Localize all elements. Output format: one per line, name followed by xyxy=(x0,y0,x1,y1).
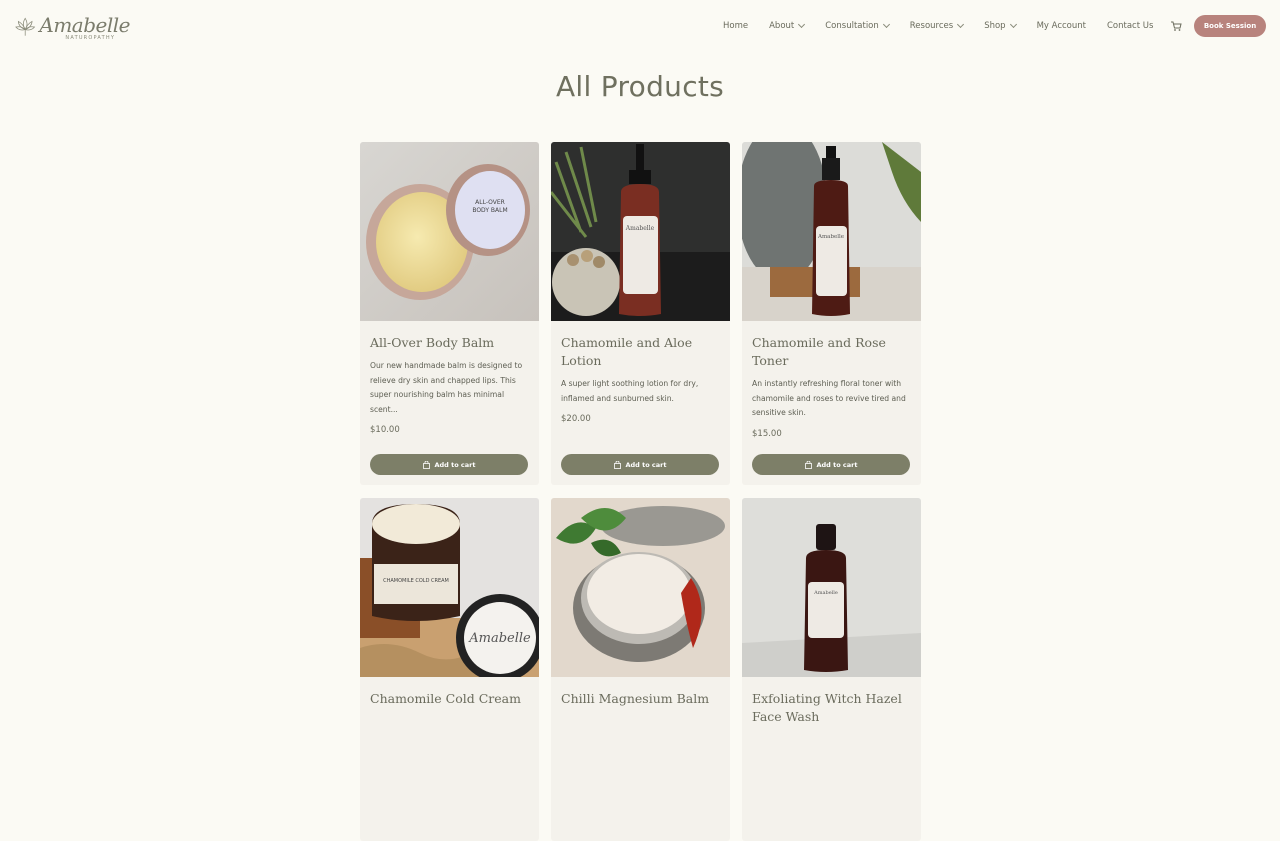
product-card: CHAMOMILE COLD CREAM Amabelle Chamomile … xyxy=(360,498,539,841)
svg-text:Amabelle: Amabelle xyxy=(468,631,531,646)
product-title[interactable]: Chamomile and Rose Toner xyxy=(752,334,911,370)
nav-item-shop[interactable]: Shop xyxy=(984,20,1017,31)
cart-icon[interactable] xyxy=(1170,20,1182,32)
nav-item-home[interactable]: Home xyxy=(723,21,748,31)
product-image[interactable]: ALL-OVER BODY BALM xyxy=(360,142,539,321)
product-price: $20.00 xyxy=(561,414,591,424)
product-title[interactable]: Exfoliating Witch Hazel Face Wash xyxy=(752,690,911,726)
nav-item-resources[interactable]: Resources xyxy=(909,20,965,31)
bag-icon xyxy=(422,460,430,469)
chevron-down-icon xyxy=(957,20,965,29)
chevron-down-icon xyxy=(798,20,806,29)
add-to-cart-button[interactable]: Add to cart xyxy=(752,454,910,475)
add-to-cart-button[interactable]: Add to cart xyxy=(370,454,528,475)
nav-item-my-account[interactable]: My Account xyxy=(1037,21,1086,31)
product-card: Amabelle Chamomile and Rose Toner An ins… xyxy=(742,142,921,485)
nav-label: Shop xyxy=(984,21,1006,31)
svg-text:Amabelle: Amabelle xyxy=(813,590,838,596)
product-price: $15.00 xyxy=(752,428,782,439)
product-image[interactable]: Amabelle xyxy=(742,498,921,677)
svg-text:Amabelle: Amabelle xyxy=(625,225,655,232)
product-card: ALL-OVER BODY BALM All-Over Body Balm Ou… xyxy=(360,142,539,485)
svg-text:Amabelle: Amabelle xyxy=(817,234,844,240)
add-to-cart-label: Add to cart xyxy=(434,460,476,469)
nav-label: Contact Us xyxy=(1106,21,1154,31)
nav-label: My Account xyxy=(1036,21,1086,31)
nav-item-consultation[interactable]: Consultation xyxy=(825,20,890,31)
brand-name: Amabelle xyxy=(39,12,130,37)
bag-icon xyxy=(804,460,812,469)
lotus-logo-icon xyxy=(15,17,36,36)
nav-label: Home xyxy=(723,21,749,31)
svg-text:ALL-OVER: ALL-OVER xyxy=(475,199,505,206)
nav-item-about[interactable]: About xyxy=(769,20,806,31)
add-to-cart-label: Add to cart xyxy=(625,460,667,469)
nav-label: Consultation xyxy=(825,21,879,31)
site-header: Amabelle NATUROPATHY Home About Consulta… xyxy=(0,0,1280,54)
chevron-down-icon xyxy=(882,20,890,29)
product-image[interactable] xyxy=(551,498,730,677)
product-card: Amabelle Exfoliating Witch Hazel Face Wa… xyxy=(742,498,921,841)
add-to-cart-label: Add to cart xyxy=(816,460,858,469)
brand-tagline: NATUROPATHY xyxy=(65,34,116,41)
product-card: Chilli Magnesium Balm xyxy=(551,498,730,841)
add-to-cart-button[interactable]: Add to cart xyxy=(561,454,719,475)
main-nav: Home About Consultation Resources Shop M… xyxy=(723,18,1174,34)
product-title[interactable]: Chilli Magnesium Balm xyxy=(561,690,720,708)
product-price: $10.00 xyxy=(370,425,400,435)
product-description: An instantly refreshing floral toner wit… xyxy=(752,379,906,417)
nav-item-contact-us[interactable]: Contact Us xyxy=(1107,21,1153,31)
svg-text:CHAMOMILE COLD CREAM: CHAMOMILE COLD CREAM xyxy=(383,578,449,584)
product-image[interactable]: Amabelle xyxy=(551,142,730,321)
product-image[interactable]: CHAMOMILE COLD CREAM Amabelle xyxy=(360,498,539,677)
bag-icon xyxy=(613,460,621,469)
product-description: A super light soothing lotion for dry, i… xyxy=(561,379,699,403)
product-image[interactable]: Amabelle xyxy=(742,142,921,321)
nav-label: About xyxy=(769,21,795,31)
brand-logo[interactable]: Amabelle NATUROPATHY xyxy=(14,7,130,47)
product-title[interactable]: Chamomile Cold Cream xyxy=(370,690,529,708)
product-title[interactable]: Chamomile and Aloe Lotion xyxy=(561,334,720,370)
chevron-down-icon xyxy=(1009,20,1017,29)
product-title[interactable]: All-Over Body Balm xyxy=(370,334,529,352)
product-description: Our new handmade balm is designed to rel… xyxy=(370,361,523,414)
book-session-button[interactable]: Book Session xyxy=(1194,15,1266,37)
svg-text:BODY BALM: BODY BALM xyxy=(472,207,507,214)
product-card: Amabelle Chamomile and Aloe Lotion A sup… xyxy=(551,142,730,485)
nav-label: Resources xyxy=(909,21,954,31)
page-title: All Products xyxy=(555,70,725,103)
